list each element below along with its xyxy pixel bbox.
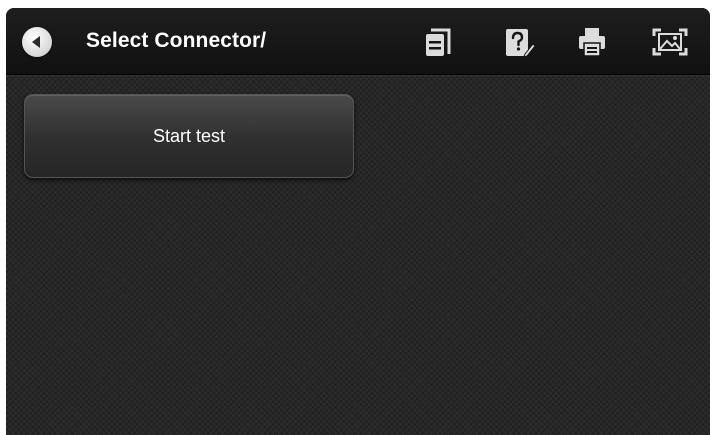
- document-icon: [426, 28, 451, 56]
- screenshot-button[interactable]: [650, 24, 688, 60]
- top-bar: Select Connector/: [6, 8, 710, 75]
- print-button[interactable]: [574, 24, 610, 60]
- help-icon: [506, 29, 536, 58]
- app-screen: Select Connector/ Start test: [6, 8, 710, 435]
- help-button[interactable]: [500, 24, 536, 60]
- printer-icon: [579, 28, 605, 57]
- start-test-button[interactable]: Start test: [24, 94, 354, 178]
- screenshot-icon: [652, 28, 688, 56]
- back-arrow-icon: [32, 36, 40, 48]
- back-button[interactable]: [22, 27, 52, 57]
- page-title: Select Connector/: [86, 29, 267, 52]
- document-button[interactable]: [420, 24, 456, 60]
